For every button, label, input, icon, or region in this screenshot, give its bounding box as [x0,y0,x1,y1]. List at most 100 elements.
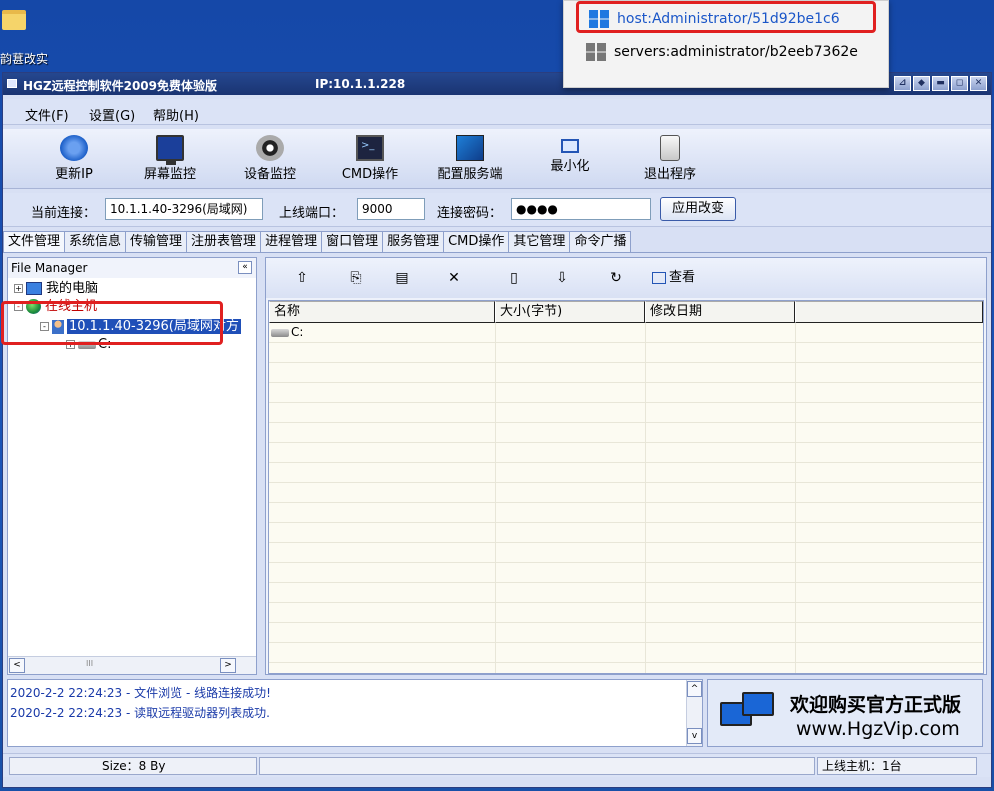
config-server-button[interactable]: 配置服务端 [425,133,515,185]
scroll-right-button[interactable]: > [220,658,236,673]
scroll-thumb[interactable]: III [86,659,93,668]
table-row-empty [269,503,983,523]
view-button[interactable]: 查看 [652,268,695,288]
table-row-empty [269,623,983,643]
log-line: 2020-2-2 22:24:23 - 读取远程驱动器列表成功. [10,706,270,720]
tab-window[interactable]: 窗口管理 [321,231,384,252]
column-extra[interactable] [795,301,983,323]
tab-process[interactable]: 进程管理 [260,231,323,252]
config-server-icon [456,135,484,161]
minimize-app-button[interactable]: 最小化 [525,133,615,185]
host-item-active[interactable]: host:Administrator/51d92be1c6 [576,1,876,33]
drive-icon [271,328,289,337]
download-icon[interactable]: ⇩ [550,268,574,288]
camera-icon [256,135,284,161]
collapse-button[interactable]: « [238,261,252,274]
pin-button[interactable]: ◆ [913,76,930,91]
exit-program-button[interactable]: 退出程序 [625,133,715,185]
file-name-cell: C: [271,325,303,339]
screen-monitor-button[interactable]: 屏幕监控 [125,133,215,185]
window-ip: IP:10.1.1.228 [315,77,406,91]
tab-broadcast[interactable]: 命令广播 [569,231,632,252]
minimize-button[interactable]: ▬ [932,76,949,91]
computer-icon [26,282,42,295]
file-list: 名称 大小(字节) 修改日期 C: [268,300,984,674]
tab-other[interactable]: 其它管理 [508,231,571,252]
status-online-hosts: 上线主机：1台 [817,757,977,775]
tree-label-my-computer: 我的电脑 [46,281,99,296]
main-toolbar: 更新IP 屏幕监控 设备监控 CMD操作 配置服务端 最小化 退出程序 [3,129,991,189]
view-grid-icon [652,271,666,284]
view-label: 查看 [669,270,696,285]
tab-system-info[interactable]: 系统信息 [64,231,127,252]
maximize-button[interactable]: ◻ [951,76,968,91]
tab-registry[interactable]: 注册表管理 [186,231,262,252]
password-field[interactable]: ●●●● [511,198,651,220]
windows-icon [589,10,609,28]
table-row[interactable]: C: [269,323,983,343]
copy-icon[interactable]: ⎘ [344,268,368,288]
desktop-folder-shortcut[interactable]: 韵葚改实 [0,6,70,66]
menu-help[interactable]: 帮助(H) [153,105,199,124]
current-connection-field[interactable]: 10.1.1.40-3296(局域网) [105,198,263,220]
host-switch-popup: host:Administrator/51d92be1c6 servers:ad… [563,0,889,88]
paste-icon[interactable]: ▤ [390,268,414,288]
table-row-empty [269,403,983,423]
device-monitor-label: 设备监控 [243,167,296,182]
rollup-button[interactable]: ⊿ [894,76,911,91]
scroll-left-button[interactable]: < [9,658,25,673]
ad-banner[interactable]: 欢迎购买官方正式版 www.HgzVip.com [707,679,983,747]
port-field[interactable]: 9000 [357,198,425,220]
delete-icon[interactable]: ✕ [442,268,466,288]
connection-bar: 当前连接： 10.1.1.40-3296(局域网) 上线端口： 9000 连接密… [3,193,991,227]
refresh-icon[interactable]: ↻ [604,268,628,288]
current-connection-label: 当前连接： [31,206,97,221]
menu-file[interactable]: 文件(F) [25,105,69,124]
tab-cmd[interactable]: CMD操作 [443,231,510,252]
table-row-empty [269,363,983,383]
table-row-empty [269,343,983,363]
expand-icon[interactable]: + [14,284,23,293]
status-middle [259,757,815,775]
scroll-down-button[interactable]: v [687,728,702,744]
tree-horizontal-scrollbar[interactable]: < III > [8,656,256,674]
new-file-icon[interactable]: ▯ [502,268,526,288]
log-vertical-scrollbar[interactable]: ^ v [686,680,702,746]
table-row-empty [269,483,983,503]
window-title: HGZ远程控制软件2009免费体验版 [23,79,217,93]
cmd-label: CMD操作 [341,167,399,182]
close-button[interactable]: ✕ [970,76,987,91]
refresh-ip-icon [60,135,88,161]
table-row-empty [269,383,983,403]
device-monitor-button[interactable]: 设备监控 [225,133,315,185]
update-ip-label: 更新IP [55,167,93,182]
tree-node-my-computer[interactable]: + 我的电脑 [14,280,98,298]
port-label: 上线端口： [279,206,345,221]
password-label: 连接密码： [437,206,503,221]
up-folder-icon[interactable]: ⇧ [290,268,314,288]
update-ip-button[interactable]: 更新IP [29,133,119,185]
tab-file-manager[interactable]: 文件管理 [3,231,66,252]
desktop-icon-label: 韵葚改实 [0,52,49,66]
status-size: Size：8 By [9,757,257,775]
column-date[interactable]: 修改日期 [645,301,795,323]
monitor-icon [156,135,184,165]
column-size[interactable]: 大小(字节) [495,301,645,323]
ad-line-1: 欢迎购买官方正式版 [790,694,962,716]
tab-service[interactable]: 服务管理 [382,231,445,252]
host-item-label: servers:administrator/b2eeb7362e [614,44,858,60]
exit-icon [660,135,680,161]
scroll-up-button[interactable]: ^ [687,681,702,697]
host-item-label: host:Administrator/51d92be1c6 [617,11,840,27]
table-row-empty [269,563,983,583]
apply-button[interactable]: 应用改变 [660,197,736,221]
column-name[interactable]: 名称 [269,301,495,323]
menu-settings[interactable]: 设置(G) [89,105,135,124]
table-row-empty [269,643,983,663]
cmd-button[interactable]: CMD操作 [325,133,415,185]
config-server-label: 配置服务端 [437,167,503,182]
status-bar: Size：8 By 上线主机：1台 [3,753,991,777]
host-item[interactable]: servers:administrator/b2eeb7362e [576,37,876,69]
file-manager-title: File Manager [11,261,88,275]
tab-transfer[interactable]: 传输管理 [125,231,188,252]
